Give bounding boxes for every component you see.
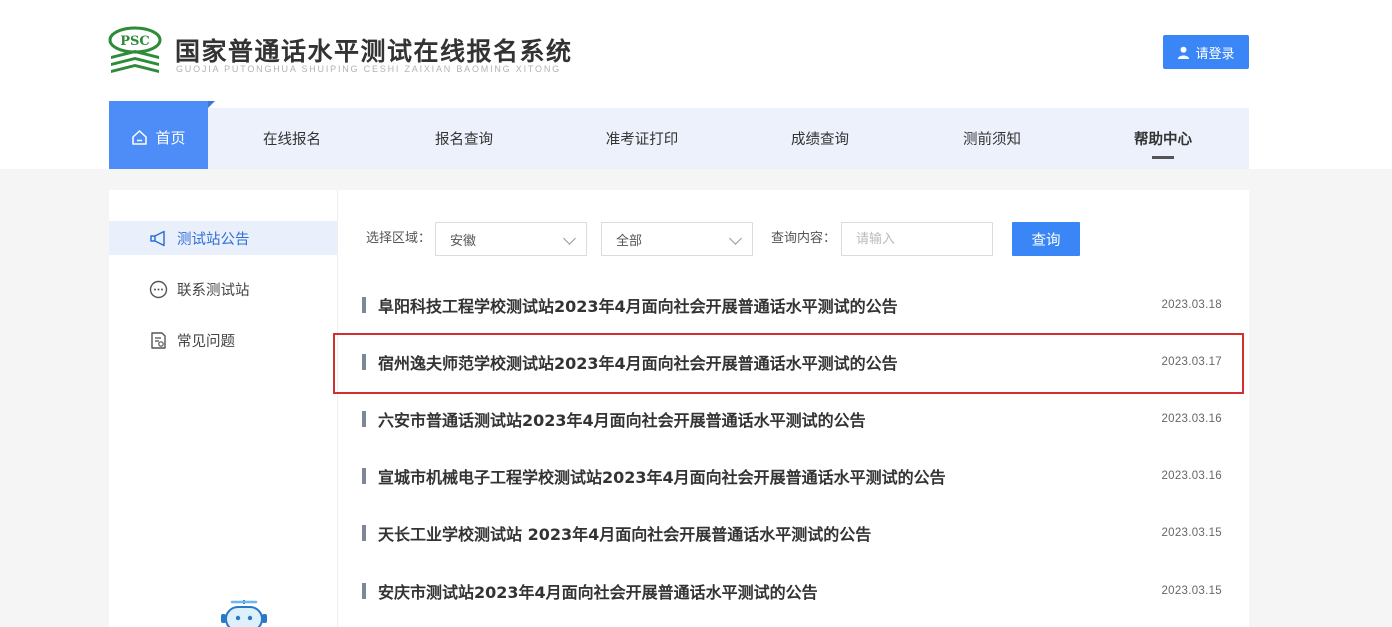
nav-item-pretest-notice[interactable]: 测前须知 xyxy=(936,108,1048,169)
notice-date: 2023.03.16 xyxy=(1161,413,1222,425)
psc-logo: PSC xyxy=(108,26,162,73)
sidebar-item-station-notice[interactable]: 测试站公告 xyxy=(109,221,337,255)
nav-home-notch xyxy=(208,101,215,108)
nav-item-home[interactable]: 首页 xyxy=(109,101,208,169)
notice-row[interactable]: 宣城市机械电子工程学校测试站2023年4月面向社会开展普通话水平测试的公告 20… xyxy=(362,456,1222,496)
nav-home-label: 首页 xyxy=(155,128,186,147)
notice-title[interactable]: 天长工业学校测试站 2023年4月面向社会开展普通话水平测试的公告 xyxy=(378,521,1161,545)
sidebar-item-label: 联系测试站 xyxy=(177,282,250,299)
megaphone-icon xyxy=(150,230,165,246)
city-select[interactable]: 全部 xyxy=(601,222,753,256)
sidebar-item-contact-station[interactable]: 联系测试站 xyxy=(109,272,337,306)
row-bullet xyxy=(362,297,366,313)
sidebar-item-label: 常见问题 xyxy=(177,333,235,350)
notice-date: 2023.03.18 xyxy=(1161,299,1222,311)
query-button[interactable]: 查询 xyxy=(1012,222,1080,256)
notice-row[interactable]: 六安市普通话测试站2023年4月面向社会开展普通话水平测试的公告 2023.03… xyxy=(362,399,1222,439)
notice-title[interactable]: 安庆市测试站2023年4月面向社会开展普通话水平测试的公告 xyxy=(378,579,1161,603)
notice-date: 2023.03.16 xyxy=(1161,470,1222,482)
notice-title[interactable]: 阜阳科技工程学校测试站2023年4月面向社会开展普通话水平测试的公告 xyxy=(378,293,1161,317)
login-label: 请登录 xyxy=(1195,46,1235,62)
chevron-down-icon xyxy=(563,232,576,245)
home-icon xyxy=(132,129,148,145)
document-question-icon xyxy=(151,331,166,349)
notice-row[interactable]: 阜阳科技工程学校测试站2023年4月面向社会开展普通话水平测试的公告 2023.… xyxy=(362,285,1222,325)
highlight-box xyxy=(333,333,1244,394)
region-label: 选择区域： xyxy=(366,231,432,246)
notice-title[interactable]: 宣城市机械电子工程学校测试站2023年4月面向社会开展普通话水平测试的公告 xyxy=(378,464,1161,488)
notice-row[interactable]: 天长工业学校测试站 2023年4月面向社会开展普通话水平测试的公告 2023.0… xyxy=(362,513,1222,553)
logo-text: PSC xyxy=(120,34,150,49)
query-input[interactable] xyxy=(841,222,993,256)
user-icon xyxy=(1178,46,1190,59)
sidebar xyxy=(109,190,338,627)
notice-row[interactable]: 安庆市测试站2023年4月面向社会开展普通话水平测试的公告 2023.03.15 xyxy=(362,571,1222,611)
nav-item-help-center[interactable]: 帮助中心 xyxy=(1107,108,1219,169)
site-title: 国家普通话水平测试在线报名系统 xyxy=(175,37,573,66)
query-label: 查询内容： xyxy=(771,231,837,246)
chevron-down-icon xyxy=(729,232,742,245)
sidebar-item-faq[interactable]: 常见问题 xyxy=(109,323,337,357)
nav-item-register-query[interactable]: 报名查询 xyxy=(408,108,520,169)
row-bullet xyxy=(362,468,366,484)
nav-item-score-query[interactable]: 成绩查询 xyxy=(764,108,876,169)
chat-icon xyxy=(149,280,168,298)
nav-item-online-register[interactable]: 在线报名 xyxy=(236,108,348,169)
province-select[interactable]: 安徽 xyxy=(435,222,587,256)
nav-item-admission-print[interactable]: 准考证打印 xyxy=(580,108,704,169)
login-button[interactable]: 请登录 xyxy=(1163,35,1249,69)
row-bullet xyxy=(362,525,366,541)
city-value: 全部 xyxy=(616,233,643,249)
row-bullet xyxy=(362,583,366,599)
row-bullet xyxy=(362,411,366,427)
site-subtitle: GUOJIA PUTONGHUA SHUIPING CESHI ZAIXIAN … xyxy=(176,64,561,74)
nav-active-indicator xyxy=(1152,156,1174,159)
robot-assistant-icon[interactable] xyxy=(218,598,270,627)
notice-date: 2023.03.15 xyxy=(1161,585,1222,597)
sidebar-item-label: 测试站公告 xyxy=(177,231,250,248)
notice-date: 2023.03.15 xyxy=(1161,527,1222,539)
province-value: 安徽 xyxy=(450,233,477,249)
notice-title[interactable]: 六安市普通话测试站2023年4月面向社会开展普通话水平测试的公告 xyxy=(378,407,1161,431)
